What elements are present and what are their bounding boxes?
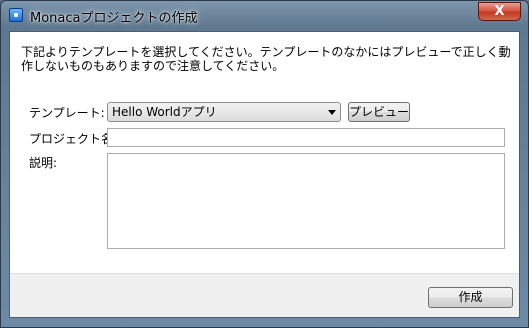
description-textarea[interactable]	[107, 153, 505, 249]
preview-button[interactable]: プレビュー	[348, 102, 410, 122]
template-label: テンプレート:	[29, 106, 105, 120]
window-title: Monacaプロジェクトの作成	[30, 11, 198, 26]
project-name-label: プロジェクト名:	[29, 132, 118, 146]
close-button[interactable]: X	[478, 2, 521, 21]
app-icon	[9, 8, 23, 22]
template-selected-value: Hello Worldアプリ	[112, 105, 217, 119]
button-footer: 作成	[10, 273, 519, 317]
chevron-down-icon	[328, 110, 336, 115]
project-name-input[interactable]	[107, 128, 505, 147]
description-label: 説明:	[29, 156, 58, 170]
dialog-window: Monacaプロジェクトの作成 X 下記よりテンプレートを選択してください。テン…	[0, 0, 529, 328]
close-icon: X	[494, 4, 505, 19]
template-select[interactable]: Hello Worldアプリ	[107, 102, 341, 122]
title-bar[interactable]: Monacaプロジェクトの作成 X	[1, 1, 528, 29]
instruction-text: 下記よりテンプレートを選択してください。テンプレートのなかにはプレビューで正しく…	[21, 45, 511, 73]
create-button[interactable]: 作成	[428, 287, 513, 308]
dialog-content: 下記よりテンプレートを選択してください。テンプレートのなかにはプレビューで正しく…	[9, 31, 520, 318]
